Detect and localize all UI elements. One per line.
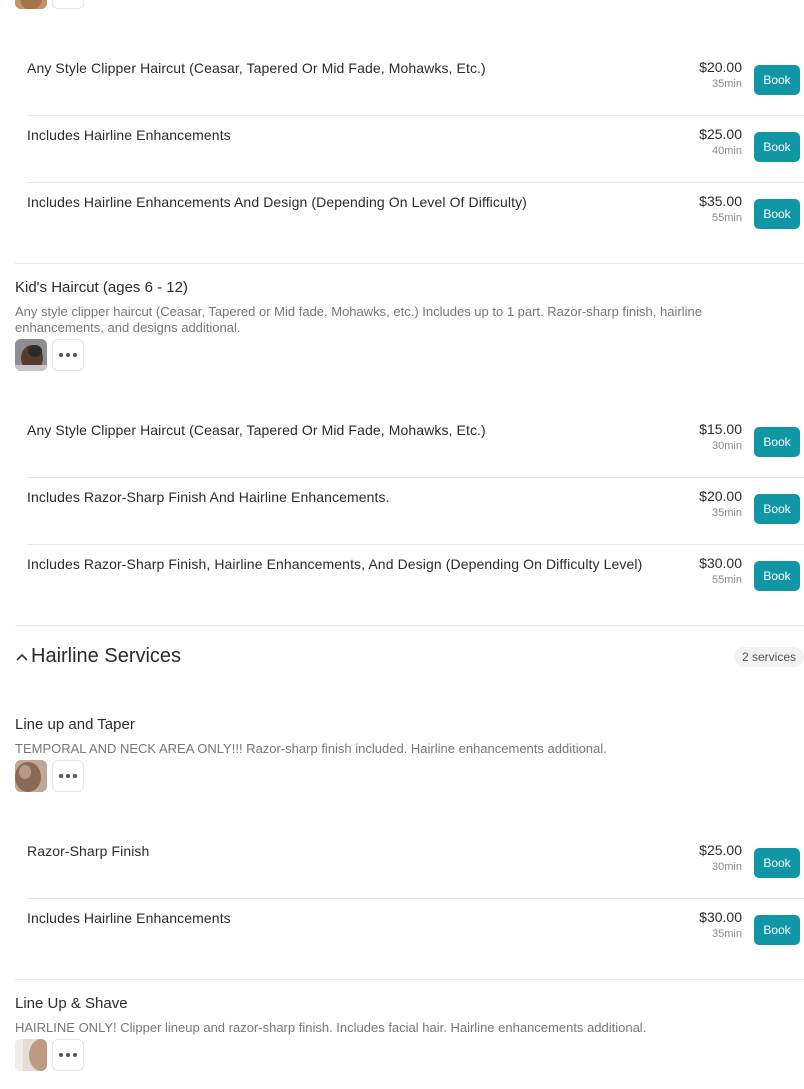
service-photo[interactable] (15, 1039, 47, 1071)
service-photo[interactable] (15, 0, 47, 9)
service-row: Includes Razor-Sharp Finish, Hairline En… (27, 545, 804, 612)
service-duration: 40min (712, 145, 742, 157)
service-photo[interactable] (15, 339, 47, 371)
service-name: Includes Hairline Enhancements (27, 910, 231, 926)
more-photos-button[interactable] (52, 339, 84, 371)
service-duration: 55min (712, 574, 742, 586)
category-header[interactable]: Hairline Services 2 services (15, 643, 804, 673)
service-duration: 35min (712, 928, 742, 940)
service-photo[interactable] (15, 760, 47, 792)
more-photos-button[interactable] (52, 760, 84, 792)
chevron-up-icon[interactable] (15, 650, 29, 664)
group-title: Line up and Taper (15, 716, 135, 733)
group-description: HAIRLINE ONLY! Clipper lineup and razor-… (15, 1020, 647, 1035)
service-price: $25.00 (699, 126, 742, 142)
group-divider (15, 979, 804, 980)
category-title: Hairline Services (31, 645, 182, 667)
service-duration: 35min (712, 78, 742, 90)
book-button[interactable]: Book (754, 494, 800, 524)
service-count-badge: 2 services (733, 647, 804, 667)
category-divider (15, 625, 804, 626)
group-description: TEMPORAL AND NECK AREA ONLY!!! Razor-sha… (15, 741, 607, 756)
service-name: Any Style Clipper Haircut (Ceasar, Taper… (27, 60, 486, 76)
lineup-taper-media (15, 760, 84, 792)
service-name: Any Style Clipper Haircut (Ceasar, Taper… (27, 422, 486, 438)
service-row: Includes Hairline Enhancements $25.00 40… (27, 116, 804, 183)
service-name: Includes Hairline Enhancements (27, 127, 231, 143)
service-row: Any Style Clipper Haircut (Ceasar, Taper… (27, 49, 804, 116)
group-title: Kid's Haircut (ages 6 - 12) (15, 279, 188, 296)
more-photos-button[interactable] (52, 1039, 84, 1071)
book-button[interactable]: Book (754, 199, 800, 229)
service-row: Includes Hairline Enhancements $30.00 35… (27, 899, 804, 966)
top-group-media (15, 0, 84, 9)
service-price: $20.00 (699, 59, 742, 75)
service-price: $35.00 (699, 193, 742, 209)
book-button[interactable]: Book (754, 915, 800, 945)
service-duration: 30min (712, 861, 742, 873)
group-divider (15, 263, 804, 264)
book-button[interactable]: Book (754, 65, 800, 95)
book-button[interactable]: Book (754, 561, 800, 591)
service-name: Includes Hairline Enhancements And Desig… (27, 194, 527, 210)
service-name: Includes Razor-Sharp Finish, Hairline En… (27, 556, 643, 572)
service-price: $25.00 (699, 842, 742, 858)
service-row: Razor-Sharp Finish $25.00 30min Book (27, 832, 804, 899)
service-price: $20.00 (699, 488, 742, 504)
group-description: Any style clipper haircut (Ceasar, Taper… (15, 304, 702, 335)
lineup-shave-media (15, 1039, 84, 1071)
kids-group-media (15, 339, 84, 371)
service-price: $15.00 (699, 421, 742, 437)
book-button[interactable]: Book (754, 427, 800, 457)
service-row: Includes Hairline Enhancements And Desig… (27, 183, 804, 250)
service-row: Includes Razor-Sharp Finish And Hairline… (27, 478, 804, 545)
service-duration: 35min (712, 507, 742, 519)
service-price: $30.00 (699, 909, 742, 925)
group-title: Line Up & Shave (15, 995, 128, 1012)
service-name: Razor-Sharp Finish (27, 843, 150, 859)
service-row: Any Style Clipper Haircut (Ceasar, Taper… (27, 411, 804, 478)
service-duration: 55min (712, 212, 742, 224)
service-price: $30.00 (699, 555, 742, 571)
book-button[interactable]: Book (754, 848, 800, 878)
service-duration: 30min (712, 440, 742, 452)
book-button[interactable]: Book (754, 132, 800, 162)
service-name: Includes Razor-Sharp Finish And Hairline… (27, 489, 390, 505)
more-photos-button[interactable] (52, 0, 84, 9)
